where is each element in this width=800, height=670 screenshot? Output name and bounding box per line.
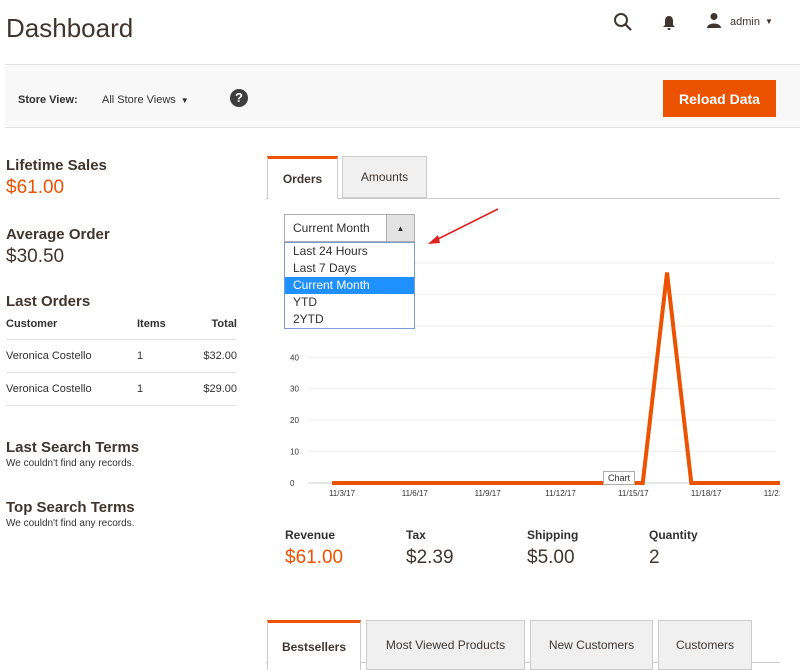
tab-amounts[interactable]: Amounts — [342, 156, 427, 198]
help-icon[interactable]: ? — [230, 89, 248, 107]
totals-tax-label: Tax — [406, 528, 426, 542]
totals-tax-value: $2.39 — [406, 547, 454, 568]
order-total: $29.00 — [187, 372, 237, 406]
totals-revenue-value: $61.00 — [285, 547, 344, 568]
tab-customers[interactable]: Customers — [658, 620, 752, 670]
store-view-value: All Store Views — [102, 94, 176, 106]
last-search-terms-empty: We couldn't find any records. — [6, 458, 135, 469]
last-orders-title: Last Orders — [6, 293, 91, 310]
last-search-terms-title: Last Search Terms — [6, 439, 140, 456]
order-total: $32.00 — [187, 339, 237, 373]
column-header-total: Total — [187, 310, 237, 340]
annotation-arrow — [428, 208, 499, 244]
period-option-selected[interactable]: Current Month — [285, 277, 414, 294]
x-tick-label: 11/15/17 — [618, 489, 649, 498]
x-tick-label: 11/21/17 — [764, 489, 780, 498]
totals-revenue: Revenue $61.00 — [285, 528, 343, 569]
y-tick-label: 40 — [290, 353, 299, 362]
totals-quantity: Quantity 2 — [649, 528, 698, 569]
chevron-down-icon: ▼ — [764, 17, 773, 26]
totals-revenue-label: Revenue — [285, 528, 336, 542]
period-select[interactable]: Current Month ▲ — [284, 214, 415, 242]
dashboard-left-column: Lifetime Sales $61.00 Average Order $30.… — [6, 157, 238, 529]
average-order-value: $30.50 — [6, 246, 65, 267]
totals-quantity-label: Quantity — [649, 528, 698, 542]
table-row[interactable]: Veronica Costello 1 $32.00 — [6, 339, 237, 373]
period-option[interactable]: YTD — [285, 294, 414, 311]
y-tick-label: 10 — [290, 448, 299, 457]
tab-new-customers[interactable]: New Customers — [530, 620, 653, 670]
lifetime-sales-label: Lifetime Sales — [6, 157, 107, 174]
period-option[interactable]: 2YTD — [285, 311, 414, 328]
column-header-items: Items — [137, 310, 187, 340]
order-customer: Veronica Costello — [6, 339, 137, 373]
tab-orders[interactable]: Orders — [267, 156, 338, 199]
y-tick-label: 30 — [290, 385, 299, 394]
period-selected-value: Current Month — [293, 221, 370, 235]
reload-data-button[interactable]: Reload Data — [663, 80, 776, 117]
tab-most-viewed-products[interactable]: Most Viewed Products — [366, 620, 525, 670]
chevron-up-icon: ▲ — [386, 215, 414, 241]
x-tick-label: 11/12/17 — [545, 489, 576, 498]
x-tick-label: 11/9/17 — [475, 489, 502, 498]
chart-tooltip: Chart — [603, 471, 636, 485]
totals-shipping-value: $5.00 — [527, 547, 575, 568]
period-option[interactable]: Last 7 Days — [285, 260, 414, 277]
lifetime-sales-value: $61.00 — [6, 177, 65, 198]
search-icon[interactable] — [613, 12, 633, 32]
top-search-terms-empty: We couldn't find any records. — [6, 518, 135, 529]
chevron-down-icon: ▼ — [180, 96, 189, 105]
store-view-label: Store View: — [18, 94, 78, 106]
y-tick-label: 20 — [290, 416, 299, 425]
order-items: 1 — [137, 339, 187, 373]
notifications-bell-icon[interactable] — [659, 13, 679, 33]
period-option[interactable]: Last 24 Hours — [285, 243, 414, 260]
tab-divider — [266, 198, 780, 199]
period-dropdown-list: Last 24 Hours Last 7 Days Current Month … — [284, 242, 415, 329]
totals-quantity-value: 2 — [649, 547, 660, 568]
totals-shipping-label: Shipping — [527, 528, 579, 542]
page-title: Dashboard — [6, 13, 134, 43]
store-view-switcher[interactable]: All Store Views ▼ — [102, 94, 189, 106]
user-icon — [706, 12, 722, 31]
average-order-label: Average Order — [6, 226, 110, 243]
last-orders-table: Customer Items Total Veronica Costello 1… — [6, 310, 237, 406]
x-tick-label: 11/18/17 — [691, 489, 722, 498]
totals-tax: Tax $2.39 — [406, 528, 454, 569]
order-items: 1 — [137, 372, 187, 406]
store-view-toolbar: Store View: All Store Views ▼ ? Reload Da… — [5, 64, 800, 128]
y-tick-label: 0 — [290, 479, 295, 488]
x-tick-label: 11/6/17 — [402, 489, 429, 498]
order-customer: Veronica Costello — [6, 372, 137, 406]
x-tick-label: 11/3/17 — [329, 489, 356, 498]
table-row[interactable]: Veronica Costello 1 $29.00 — [6, 372, 237, 406]
user-name: admin — [730, 15, 760, 28]
top-search-terms-title: Top Search Terms — [6, 499, 135, 516]
totals-shipping: Shipping $5.00 — [527, 528, 578, 569]
column-header-customer: Customer — [6, 310, 137, 340]
user-account-menu[interactable]: admin ▼ — [706, 12, 773, 31]
tab-bestsellers[interactable]: Bestsellers — [267, 620, 361, 670]
